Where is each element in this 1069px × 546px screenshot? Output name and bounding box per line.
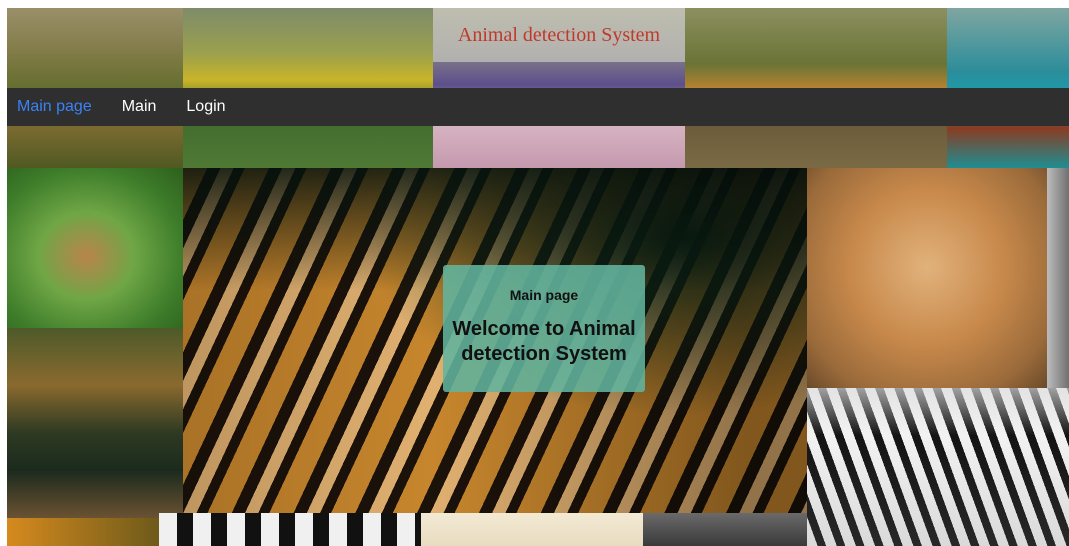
title-box: Animal detection System xyxy=(433,8,685,62)
nav-link-login[interactable]: Login xyxy=(176,98,235,116)
card-subtitle: Main page xyxy=(509,287,579,303)
page-frame: Animal detection System Main page Main L… xyxy=(7,8,1069,546)
header: Animal detection System xyxy=(7,8,1069,62)
nav-link-main-page[interactable]: Main page xyxy=(7,98,102,116)
navbar: Main page Main Login xyxy=(7,88,1069,126)
jaguar-photo xyxy=(7,328,183,518)
penguins-photo xyxy=(159,513,421,546)
welcome-card: Main page Welcome to Animal detection Sy… xyxy=(443,265,645,392)
site-title: Animal detection System xyxy=(457,23,661,46)
nav-link-main[interactable]: Main xyxy=(112,98,167,116)
card-heading: Welcome to Animal detection System xyxy=(452,318,636,365)
zebras-photo xyxy=(807,388,1069,546)
landscape-photo xyxy=(421,513,643,546)
tree-photo xyxy=(1047,168,1069,388)
bird-photo xyxy=(643,513,807,546)
flower-photo xyxy=(7,518,159,546)
lions-photo xyxy=(807,168,1047,388)
deer-photo xyxy=(7,168,183,328)
